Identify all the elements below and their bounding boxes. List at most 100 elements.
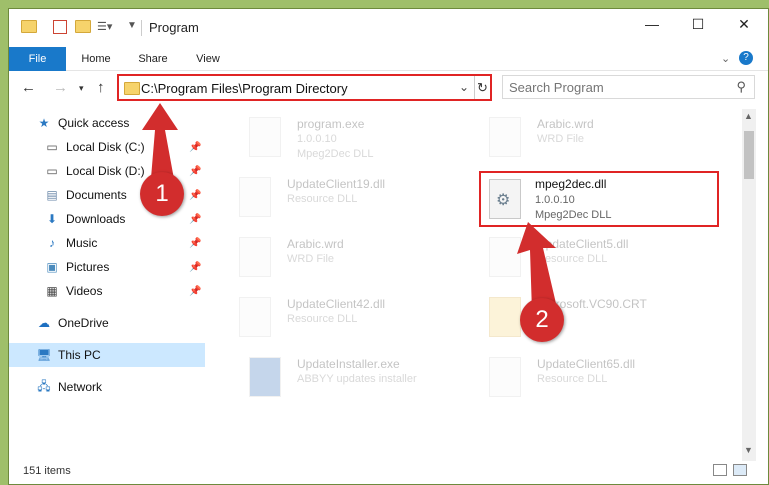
file-item[interactable]: UpdateClient19.dll Resource DLL: [217, 171, 457, 227]
download-icon: ⬇: [46, 212, 58, 226]
dll-file-icon: [489, 237, 521, 277]
recent-locations-icon[interactable]: ▾: [79, 83, 84, 94]
navigation-pane: ★ Quick access ▭ Local Disk (C:) 📌 ▭ Loc…: [9, 109, 205, 459]
item-count: 151 items: [23, 465, 71, 477]
sidebar-item-label: Quick access: [58, 116, 130, 130]
search-icon[interactable]: ⚲: [736, 79, 746, 95]
sidebar-item-label: Local Disk (C:): [66, 140, 145, 154]
large-icons-view-icon[interactable]: [733, 464, 747, 476]
dll-file-icon: ⚙: [489, 179, 521, 219]
tab-view[interactable]: View: [185, 47, 231, 71]
sidebar-item-label: Documents: [66, 188, 127, 202]
file-description: ABBYY updates installer: [297, 373, 417, 385]
pictures-icon: ▣: [46, 260, 58, 274]
sidebar-item-videos[interactable]: ▦ Videos 📌: [9, 279, 205, 303]
close-button[interactable]: ✕: [721, 9, 767, 39]
file-description: Mpeg2Dec DLL: [297, 148, 374, 160]
new-folder-icon[interactable]: [75, 20, 91, 36]
file-item-highlighted[interactable]: ⚙ mpeg2dec.dll 1.0.0.10 Mpeg2Dec DLL: [479, 171, 719, 227]
documents-icon: ▤: [46, 188, 58, 202]
up-icon[interactable]: ↑: [97, 79, 105, 96]
pin-icon: 📌: [189, 141, 202, 153]
sidebar-item-onedrive[interactable]: ☁ OneDrive: [9, 311, 205, 335]
address-path[interactable]: C:\Program Files\Program Directory: [141, 81, 348, 96]
file-type: Resource DLL: [537, 253, 608, 265]
gear-icon: ⚙: [496, 192, 511, 209]
drive-icon: ▭: [46, 140, 58, 154]
address-bar[interactable]: C:\Program Files\Program Directory ⌄ ↻: [117, 74, 492, 101]
chevron-down-icon[interactable]: ⌄: [721, 52, 730, 65]
properties-icon[interactable]: [53, 20, 67, 34]
scroll-down-icon[interactable]: ▼: [744, 445, 753, 455]
sidebar-item-network[interactable]: 🖧 Network: [9, 375, 205, 399]
search-input[interactable]: [509, 79, 719, 95]
sidebar-item-label: Local Disk (D:): [66, 164, 145, 178]
chevron-down-icon[interactable]: ⌄: [459, 80, 469, 94]
scrollbar-thumb[interactable]: [744, 131, 754, 179]
sidebar-item-label: Music: [66, 236, 98, 250]
file-type: WRD File: [537, 133, 585, 145]
maximize-button[interactable]: ☐: [675, 9, 721, 39]
refresh-icon[interactable]: ↻: [474, 76, 490, 99]
folder-icon: [489, 297, 521, 337]
pin-icon: 📌: [189, 165, 202, 177]
file-type: Resource DLL: [537, 373, 608, 385]
details-view-icon[interactable]: [713, 464, 727, 476]
file-item[interactable]: Arabic.wrd WRD File: [467, 111, 707, 167]
file-item[interactable]: UpdateClient42.dll Resource DLL: [217, 291, 457, 347]
file-list: program.exe 1.0.0.10 Mpeg2Dec DLL Arabic…: [209, 109, 739, 459]
vertical-scrollbar[interactable]: ▲ ▼: [742, 109, 756, 461]
search-box[interactable]: ⚲: [502, 75, 755, 99]
sidebar-item-label: Network: [58, 380, 103, 394]
status-bar: 151 items: [9, 459, 768, 483]
drive-icon: ▭: [46, 164, 58, 178]
file-item[interactable]: UpdateInstaller.exe ABBYY updates instal…: [227, 351, 467, 407]
pin-icon: 📌: [189, 237, 202, 249]
file-type: Resource DLL: [287, 193, 358, 205]
sidebar-item-pictures[interactable]: ▣ Pictures 📌: [9, 255, 205, 279]
file-item[interactable]: UpdateClient65.dll Resource DLL: [467, 351, 707, 407]
sidebar-item-music[interactable]: ♪ Music 📌: [9, 231, 205, 255]
sidebar-item-this-pc[interactable]: 🖥 This PC: [9, 343, 205, 367]
explorer-window: ☰▾ ▼ Program — ☐ ✕ File Home Share View …: [8, 8, 769, 485]
file-item[interactable]: program.exe 1.0.0.10 Mpeg2Dec DLL: [227, 111, 467, 167]
videos-icon: ▦: [46, 284, 58, 298]
file-item[interactable]: UpdateClient5.dll Resource DLL: [467, 231, 707, 287]
tab-file[interactable]: File: [9, 47, 66, 71]
dll-file-icon: [239, 297, 271, 337]
cloud-icon: ☁: [38, 316, 50, 330]
star-icon: ★: [38, 116, 50, 130]
tab-home[interactable]: Home: [71, 47, 121, 71]
minimize-button[interactable]: —: [629, 9, 675, 39]
forward-icon[interactable]: →: [53, 79, 68, 96]
customize-quick-access-icon[interactable]: ☰▾: [97, 20, 113, 36]
title-bar: ☰▾ ▼ Program — ☐ ✕: [9, 9, 768, 47]
scroll-up-icon[interactable]: ▲: [744, 111, 753, 121]
tab-share[interactable]: Share: [127, 47, 179, 71]
folder-icon: [21, 20, 37, 36]
back-icon[interactable]: ←: [21, 79, 36, 96]
folder-icon: [124, 82, 140, 95]
installer-icon: [249, 357, 281, 397]
file-name: UpdateClient42.dll: [287, 297, 386, 311]
pin-icon: 📌: [189, 189, 202, 201]
step-badge-2: 2: [520, 298, 564, 342]
music-icon: ♪: [49, 236, 55, 250]
sidebar-item-label: OneDrive: [58, 316, 109, 330]
pin-icon: 📌: [189, 213, 202, 225]
file-name: UpdateClient5.dll: [537, 237, 629, 251]
navigation-bar: ← → ▾ ↑ C:\Program Files\Program Directo…: [9, 71, 768, 105]
network-icon: 🖧: [37, 378, 51, 393]
sidebar-item-quick-access[interactable]: ★ Quick access: [9, 111, 205, 135]
help-icon[interactable]: ?: [739, 51, 753, 65]
file-type: WRD File: [287, 253, 335, 265]
file-item[interactable]: Microsoft.VC90.CRT: [467, 291, 707, 347]
sidebar-item-local-disk-c[interactable]: ▭ Local Disk (C:) 📌: [9, 135, 205, 159]
sidebar-item-label: Videos: [66, 284, 103, 298]
step-badge-1: 1: [140, 172, 184, 216]
divider: [141, 20, 142, 36]
pin-icon: 📌: [189, 261, 202, 273]
dll-file-icon: [489, 357, 521, 397]
file-item[interactable]: Arabic.wrd WRD File: [217, 231, 457, 287]
file-name: UpdateClient19.dll: [287, 177, 386, 191]
